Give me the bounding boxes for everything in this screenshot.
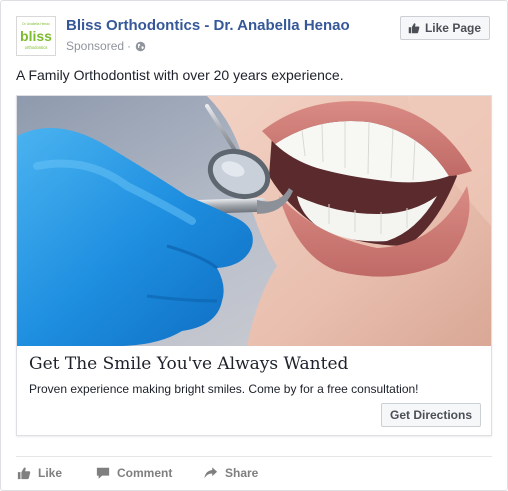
comment-action-label: Comment	[117, 466, 173, 480]
page-logo[interactable]: Dr. Anabella Henao bliss orthodontics	[16, 16, 56, 56]
ad-headline[interactable]: Get The Smile You've Always Wanted	[29, 354, 348, 374]
logo-main-text: bliss	[20, 28, 52, 44]
comment-bubble-icon	[96, 467, 110, 479]
bliss-logo-icon: Dr. Anabella Henao bliss orthodontics	[18, 18, 54, 54]
logo-bottom-text: orthodontics	[25, 45, 48, 50]
meta-separator: ·	[127, 39, 132, 53]
page-name-link[interactable]: Bliss Orthodontics - Dr. Anabella Henao	[66, 17, 350, 34]
sponsored-post-card: Dr. Anabella Henao bliss orthodontics Bl…	[0, 0, 508, 491]
globe-icon[interactable]	[135, 41, 146, 52]
share-action-label: Share	[225, 466, 259, 480]
get-directions-button[interactable]: Get Directions	[381, 403, 482, 427]
logo-top-text: Dr. Anabella Henao	[22, 22, 50, 26]
share-arrow-icon	[204, 467, 218, 479]
post-meta: Sponsored ·	[66, 39, 146, 53]
post-header: Dr. Anabella Henao bliss orthodontics Bl…	[16, 16, 494, 58]
ad-attachment[interactable]: Get The Smile You've Always Wanted Prove…	[16, 95, 492, 436]
like-action[interactable]: Like	[17, 463, 62, 483]
comment-action[interactable]: Comment	[96, 463, 172, 483]
share-action[interactable]: Share	[203, 463, 258, 483]
like-page-label: Like Page	[424, 21, 481, 35]
sponsored-label[interactable]: Sponsored	[66, 39, 124, 53]
actions-divider	[16, 456, 492, 457]
dental-exam-photo[interactable]	[17, 96, 491, 346]
post-body-text: A Family Orthodontist with over 20 years…	[16, 67, 344, 83]
thumbs-up-icon	[408, 23, 420, 34]
ad-description: Proven experience making bright smiles. …	[29, 382, 419, 396]
like-page-button[interactable]: Like Page	[399, 16, 490, 40]
like-action-label: Like	[38, 466, 63, 480]
post-actions-bar: Like Comment Share	[16, 463, 492, 483]
thumbs-up-icon	[17, 467, 31, 480]
